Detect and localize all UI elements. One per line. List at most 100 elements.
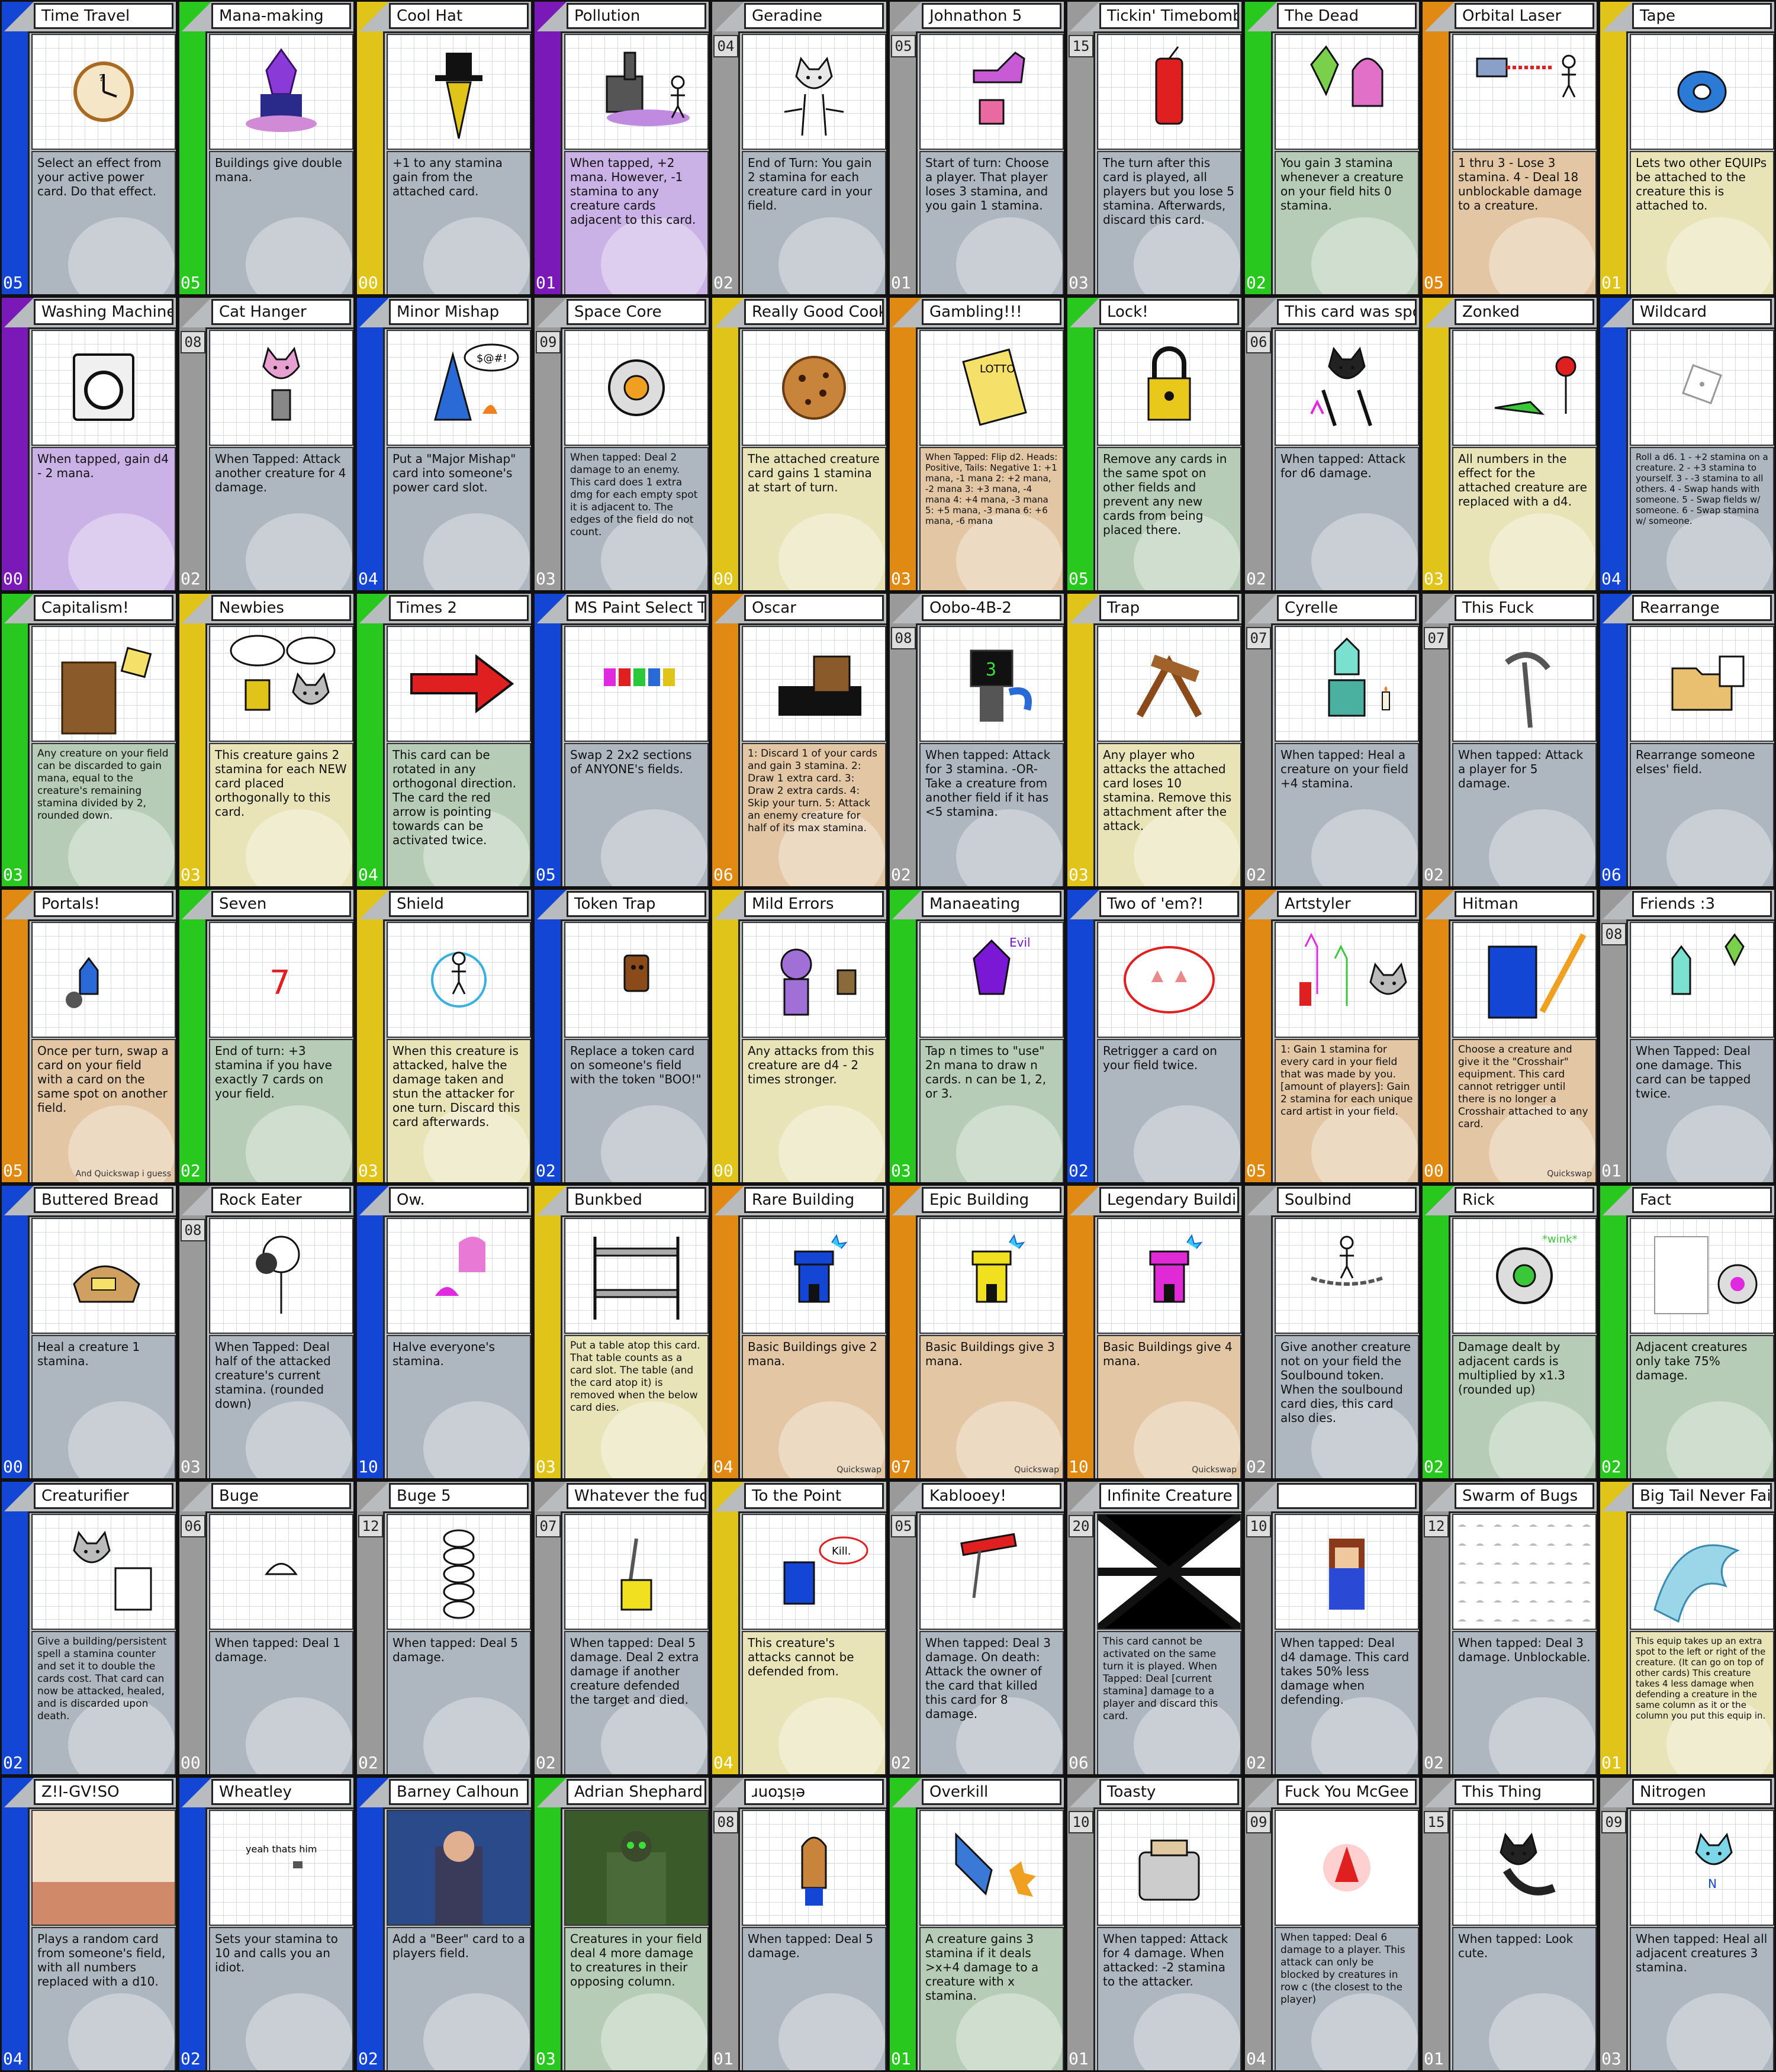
card-power-value: 03 <box>181 1457 201 1476</box>
game-card[interactable]: Ow. Halve everyone's stamina. 10 <box>355 1184 533 1480</box>
card-corner-marker <box>890 2 922 34</box>
game-card[interactable]: Minor Mishap $@#! Put a "Major Mishap" car… <box>355 296 533 592</box>
game-card[interactable]: Washing Machine When tapped, gain d4 - 2 … <box>0 296 178 592</box>
game-card[interactable]: To the Point Kill. This creature's attacks… <box>710 1480 888 1776</box>
card-watermark <box>1666 809 1773 886</box>
game-card[interactable]: Z!I-GV!SO Plays a random card from someon… <box>0 1776 178 2072</box>
game-card[interactable]: Friends :3 08 When Tapped: Deal one damage… <box>1598 888 1776 1184</box>
wizard-icon: $@#! <box>387 330 531 446</box>
game-card[interactable]: Cool Hat +1 to any stamina gain from the … <box>355 0 533 296</box>
card-watermark <box>778 1697 885 1774</box>
card-effect-box: Choose a creature and give it the "Cross… <box>1452 1039 1597 1182</box>
game-card[interactable]: Wheatley yeah thats him Sets your stamina … <box>178 1776 355 2072</box>
game-card[interactable]: Rock Eater 08 When Tapped: Deal half of th… <box>178 1184 355 1480</box>
card-effect-box: 1: Discard 1 of your cards and gain 3 st… <box>742 743 886 886</box>
card-corner-marker <box>712 594 744 626</box>
game-card[interactable]: Creaturifier Give a building/persistent s… <box>0 1480 178 1776</box>
game-card[interactable]: Barney Calhoun Add a "Beer" card to a pla… <box>355 1776 533 2072</box>
game-card[interactable]: Token Trap Replace a token card on someon… <box>533 888 710 1184</box>
game-card[interactable]: This Fuck 07 When tapped: Attack a player … <box>1421 592 1598 888</box>
game-card[interactable]: Two of 'em?! Retrigger a card on your fie… <box>1066 888 1243 1184</box>
game-card[interactable]: Tickin' Timebomb 15 The turn after this ca… <box>1066 0 1243 296</box>
game-card[interactable]: Whatever the fuck this thing is 07 When ta… <box>533 1480 710 1776</box>
card-color-stripe <box>1423 1511 1450 1774</box>
card-cost: 09 <box>1246 1811 1271 1833</box>
game-card[interactable]: Rearrange Rearrange someone elses' field.… <box>1598 592 1776 888</box>
game-card[interactable]: The Dead You gain 3 stamina whenever a cr… <box>1243 0 1421 296</box>
game-card[interactable]: Lock! Remove any cards in the same spot o… <box>1066 296 1243 592</box>
card-color-stripe <box>535 919 562 1182</box>
game-card[interactable]: Adrian Shephard Creatures in your field d… <box>533 1776 710 2072</box>
game-card[interactable]: Fact Adjacent creatures only take 75% dam… <box>1598 1184 1776 1480</box>
game-card[interactable]: Mana-making Buildings give double mana. 05 <box>178 0 355 296</box>
game-card[interactable]: Oscar 1: Discard 1 of your cards and gain… <box>710 592 888 888</box>
card-effect-text: When Tapped: Deal half of the attacked c… <box>215 1340 331 1411</box>
game-card[interactable]: Capitalism! Any creature on your field ca… <box>0 592 178 888</box>
card-watermark <box>423 1697 530 1774</box>
card-power-value: 02 <box>3 1753 23 1772</box>
game-card[interactable]: Wildcard Roll a d6. 1 - +2 stamina on a c… <box>1598 296 1776 592</box>
game-card[interactable]: Portals! Once per turn, swap a card on yo… <box>0 888 178 1184</box>
card-power-value: 05 <box>3 1161 23 1180</box>
game-card[interactable]: Overkill A creature gains 3 stamina if it… <box>888 1776 1066 2072</box>
game-card[interactable]: Trap Any player who attacks the attached … <box>1066 592 1243 888</box>
game-card[interactable]: Geradine 04 End of Turn: You gain 2 stamin… <box>710 0 888 296</box>
game-card[interactable]: This Thing 15 When tapped: Look cute. 01 <box>1421 1776 1598 2072</box>
game-card[interactable]: Really Good Cookie The attached creature … <box>710 296 888 592</box>
card-power-value: 03 <box>891 569 911 588</box>
game-card[interactable]: Zonked All numbers in the effect for the … <box>1421 296 1598 592</box>
game-card[interactable]: Pollution When tapped, +2 mana. However, … <box>533 0 710 296</box>
card-power-value: 00 <box>3 569 23 588</box>
card-power-value: 05 <box>1424 273 1444 292</box>
game-card[interactable]: Space Core 09 When tapped: Deal 2 damage t… <box>533 296 710 592</box>
game-card[interactable]: Buge 5 12 When tapped: Deal 5 damage. 02 <box>355 1480 533 1776</box>
game-card[interactable]: Bunkbed Put a table atop this card. That … <box>533 1184 710 1480</box>
game-card[interactable]: Johnathon 5 05 Start of turn: Choose a pla… <box>888 0 1066 296</box>
game-card[interactable]: Gambling!!! LOTTO When Tapped: Flip d2. He… <box>888 296 1066 592</box>
game-card[interactable]: Legendary Building Basic Buildings give 4… <box>1066 1184 1243 1480</box>
card-name: Two of 'em?! <box>1099 891 1239 917</box>
game-card[interactable]: Oobo-4B-2 08 3 When tapped: Attack for 3 st… <box>888 592 1066 888</box>
game-card[interactable]: Buttered Bread Heal a creature 1 stamina.… <box>0 1184 178 1480</box>
game-card[interactable]: Fuck You McGee 09 When tapped: Deal 6 dama… <box>1243 1776 1421 2072</box>
game-card[interactable]: Mild Errors Any attacks from this creatur… <box>710 888 888 1184</box>
game-card[interactable]: Kablooey! 05 When tapped: Deal 3 damage. O… <box>888 1480 1066 1776</box>
game-card[interactable]: Cat Hanger 08 When Tapped: Attack another … <box>178 296 355 592</box>
token-icon <box>564 922 709 1038</box>
game-card[interactable]: Rare Building Basic Buildings give 2 mana… <box>710 1184 888 1480</box>
game-card[interactable]: Big Tail Never Fail This equip takes up a… <box>1598 1480 1776 1776</box>
card-name: Rock Eater <box>211 1187 351 1213</box>
game-card[interactable]: Time Travel? Select an effect from your a… <box>0 0 178 296</box>
game-card[interactable]: Orbital Laser 1 thru 3 - Lose 3 stamina. … <box>1421 0 1598 296</box>
game-card[interactable]: MS Paint Select Tool Swap 2 2x2 sections … <box>533 592 710 888</box>
card-effect-box: You gain 3 stamina whenever a creature o… <box>1275 151 1419 294</box>
card-effect-text: Swap 2 2x2 sections of ANYONE's fields. <box>570 748 692 776</box>
card-name: Seven <box>211 891 351 917</box>
card-name: Overkill <box>922 1779 1061 1805</box>
game-card[interactable]: Nitrogen 09 N When tapped: Heal all adjacen… <box>1598 1776 1776 2072</box>
game-card[interactable]: This card was sponsored by GLUMBOCORP 06 W… <box>1243 296 1421 592</box>
card-color-stripe <box>890 1807 918 2070</box>
game-card[interactable]: Epic Building Basic Buildings give 3 mana… <box>888 1184 1066 1480</box>
game-card[interactable]: Times 2 This card can be rotated in any o… <box>355 592 533 888</box>
game-card[interactable]: Cyrelle 07 When tapped: Heal a creature on… <box>1243 592 1421 888</box>
game-card[interactable]: ɹuoʇsᴉǝ 08 When tapped: Deal 5 damage. 01 <box>710 1776 888 2072</box>
game-card[interactable]: Newbies This creature gains 2 stamina for… <box>178 592 355 888</box>
game-card[interactable]: Infinite Creature Vortex 20 This card cann… <box>1066 1480 1243 1776</box>
card-cost: 07 <box>536 1515 561 1537</box>
game-card[interactable]: Hitman Choose a creature and give it the … <box>1421 888 1598 1184</box>
game-card[interactable]: Seven 7 End of turn: +3 stamina if you hav… <box>178 888 355 1184</box>
card-corner-marker <box>535 1482 567 1514</box>
card-color-stripe <box>1423 31 1450 294</box>
game-card[interactable]: Artstyler 1: Gain 1 stamina for every car… <box>1243 888 1421 1184</box>
game-card[interactable]: Shield When this creature is attacked, ha… <box>355 888 533 1184</box>
card-name: Lock! <box>1099 299 1239 325</box>
game-card[interactable]: Buge 06 When tapped: Deal 1 damage. 00 <box>178 1480 355 1776</box>
game-card[interactable]: Soulbind Give another creature not on you… <box>1243 1184 1421 1480</box>
game-card[interactable]: Swarm of Bugs 12 When tapped: Deal 3 damag… <box>1421 1480 1598 1776</box>
game-card[interactable]: Toasty 10 When tapped: Attack for 4 damage… <box>1066 1776 1243 2072</box>
game-card[interactable]: 10 When tapped: Deal d4 damage. This card… <box>1243 1480 1421 1776</box>
game-card[interactable]: Rick *wink* Damage dealt by adjacent cards… <box>1421 1184 1598 1480</box>
game-card[interactable]: Manaeating Evil Tap n times to "use" 2n ma… <box>888 888 1066 1184</box>
game-card[interactable]: Tape Lets two other EQUIPs be attached to… <box>1598 0 1776 296</box>
